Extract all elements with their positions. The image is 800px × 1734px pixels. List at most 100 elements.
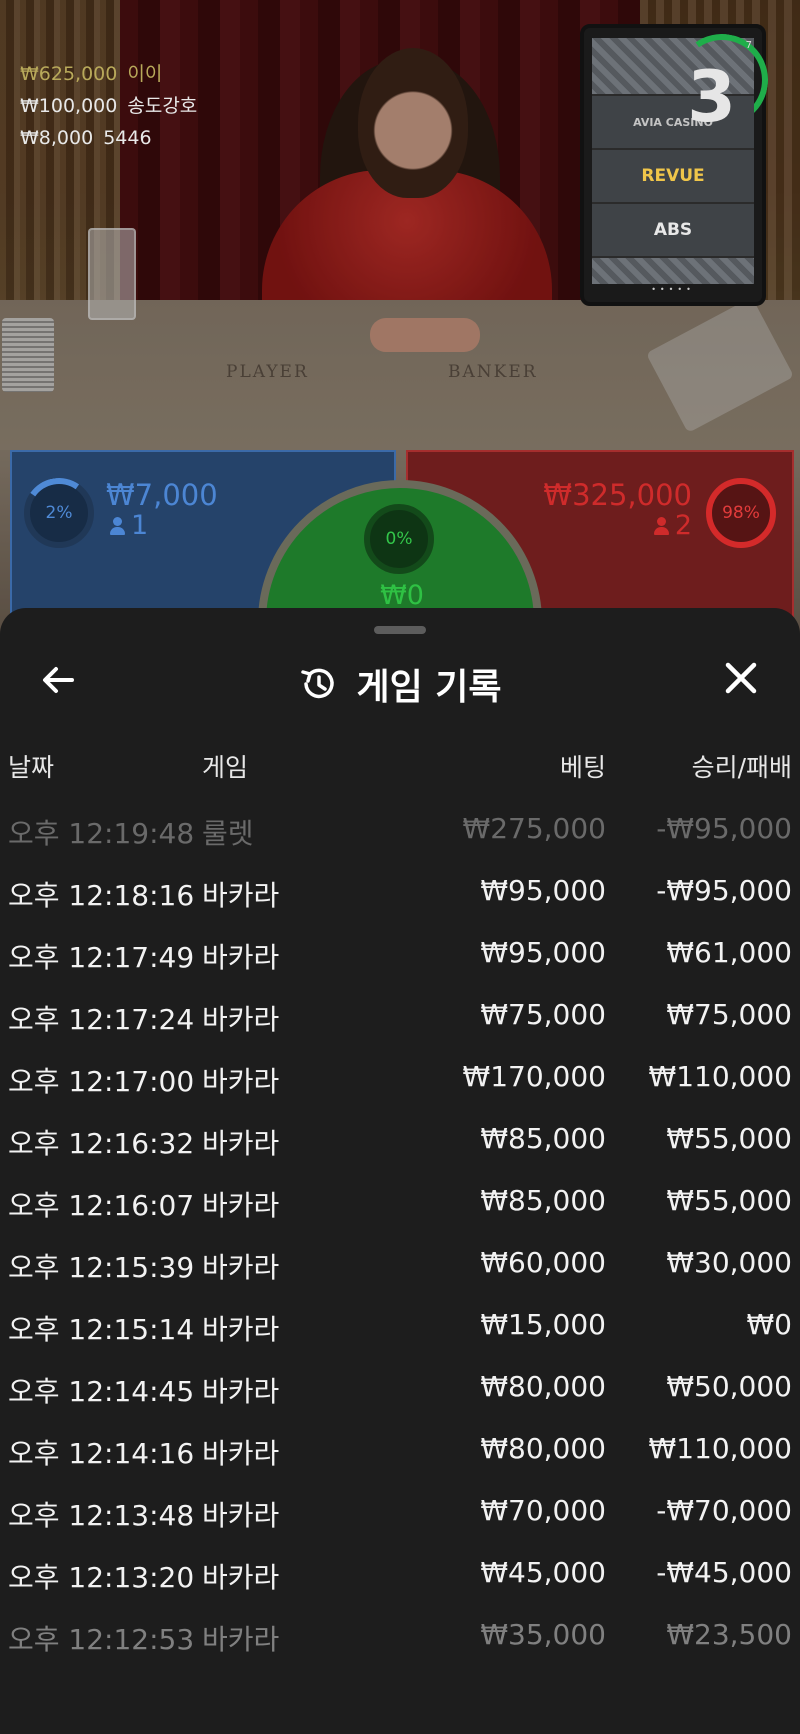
row-game: 바카라 [202, 1065, 280, 1098]
column-header-game: 게임 [202, 753, 249, 782]
row-result: ₩23,500 [666, 1618, 792, 1651]
row-game: 바카라 [202, 1189, 280, 1222]
row-game: 바카라 [202, 1375, 280, 1408]
row-time: 오후 12:13:48 [8, 1499, 195, 1532]
row-result: ₩55,000 [666, 1184, 792, 1217]
row-time: 오후 12:18:16 [8, 879, 195, 912]
sponsor-logo-text: ABS [653, 220, 693, 240]
table-row[interactable]: 오후 12:13:48 바카라 ₩70,000 -₩70,000 [0, 1480, 800, 1542]
column-header-win-loss: 승리/패배 [691, 753, 792, 782]
row-bet: ₩95,000 [480, 874, 606, 907]
row-game: 룰렛 [202, 817, 254, 850]
row-bet: ₩85,000 [480, 1122, 606, 1155]
row-bet: ₩95,000 [480, 936, 606, 969]
table-row[interactable]: 오후 12:18:16 바카라 ₩95,000 -₩95,000 [0, 860, 800, 922]
recent-bet-user: 이이 [127, 63, 163, 85]
table-row[interactable]: 오후 12:17:24 바카라 ₩75,000 ₩75,000 [0, 984, 800, 1046]
recent-bet-amount: ₩625,000 [20, 63, 118, 85]
row-time: 오후 12:15:39 [8, 1251, 195, 1284]
game-history-sheet: 게임 기록 날짜 게임 베팅 승리/패배 오후 12:19:48 룰렛 ₩275… [0, 608, 800, 1734]
history-table-header: 날짜 게임 베팅 승리/패배 [0, 748, 800, 792]
player-bettor-count-value: 1 [131, 510, 149, 541]
row-bet: ₩35,000 [480, 1618, 606, 1651]
sheet-drag-handle[interactable] [374, 626, 426, 634]
recent-bet-amount: ₩100,000 [20, 95, 118, 117]
row-bet: ₩60,000 [480, 1246, 606, 1279]
row-result: -₩45,000 [656, 1556, 792, 1589]
history-table-body[interactable]: 오후 12:19:48 룰렛 ₩275,000 -₩95,000 오후 12:1… [0, 798, 800, 1666]
sheet-header: 게임 기록 [0, 648, 800, 720]
row-time: 오후 12:15:14 [8, 1313, 195, 1346]
row-result: ₩75,000 [666, 998, 792, 1031]
row-result: ₩61,000 [666, 936, 792, 969]
player-bettor-count: 1 [110, 510, 148, 541]
table-row[interactable]: 오후 12:14:45 바카라 ₩80,000 ₩50,000 [0, 1356, 800, 1418]
banker-bettor-count-value: 2 [674, 510, 692, 541]
row-game: 바카라 [202, 1251, 280, 1284]
table-row[interactable]: 오후 12:17:49 바카라 ₩95,000 ₩61,000 [0, 922, 800, 984]
live-video-stream: PLAYER BANKER ₩625,000 이이 ₩100,000 송도강호 ₩8… [0, 0, 800, 640]
table-row[interactable]: 오후 12:16:07 바카라 ₩85,000 ₩55,000 [0, 1170, 800, 1232]
recent-bet-row: ₩8,000 5446 [20, 122, 197, 154]
carousel-dots: ••••• [651, 285, 695, 294]
column-header-date: 날짜 [8, 753, 55, 782]
row-time: 오후 12:17:24 [8, 1003, 195, 1036]
close-button[interactable] [716, 656, 766, 706]
history-icon [301, 668, 335, 699]
row-bet: ₩70,000 [480, 1494, 606, 1527]
scoreboard-mini-label: 7 [745, 40, 752, 51]
row-time: 오후 12:13:20 [8, 1561, 195, 1594]
sheet-title-group: 게임 기록 [0, 658, 800, 710]
row-game: 바카라 [202, 1561, 280, 1594]
person-icon [110, 517, 125, 535]
table-row[interactable]: 오후 12:17:00 바카라 ₩170,000 ₩110,000 [0, 1046, 800, 1108]
close-icon [725, 662, 757, 694]
table-row[interactable]: 오후 12:13:20 바카라 ₩45,000 -₩45,000 [0, 1542, 800, 1604]
recent-bet-amount: ₩8,000 [20, 127, 94, 149]
row-result: ₩50,000 [666, 1370, 792, 1403]
table-row[interactable]: 오후 12:15:14 바카라 ₩15,000 ₩0 [0, 1294, 800, 1356]
player-total-amount: ₩7,000 [106, 478, 218, 512]
row-game: 바카라 [202, 1003, 280, 1036]
table-scoreboard: 7 AVIA CASINO REVUE ABS 3 ••••• [580, 24, 776, 306]
row-result: -₩95,000 [656, 812, 792, 845]
row-time: 오후 12:14:45 [8, 1375, 195, 1408]
table-row[interactable]: 오후 12:12:53 바카라 ₩35,000 ₩23,500 [0, 1604, 800, 1666]
row-result: ₩55,000 [666, 1122, 792, 1155]
column-header-bet: 베팅 [559, 753, 606, 782]
player-percent: 2% [45, 503, 73, 523]
recent-bet-row: ₩100,000 송도강호 [20, 90, 197, 122]
row-result: ₩0 [746, 1308, 793, 1341]
recent-bet-user: 송도강호 [127, 95, 198, 117]
row-bet: ₩170,000 [462, 1060, 606, 1093]
table-row[interactable]: 오후 12:14:16 바카라 ₩80,000 ₩110,000 [0, 1418, 800, 1480]
row-result: -₩95,000 [656, 874, 792, 907]
banker-percent: 98% [722, 503, 760, 523]
row-time: 오후 12:17:49 [8, 941, 195, 974]
row-bet: ₩85,000 [480, 1184, 606, 1217]
recent-bet-user: 5446 [103, 127, 152, 149]
table-row[interactable]: 오후 12:19:48 룰렛 ₩275,000 -₩95,000 [0, 798, 800, 860]
tie-percent: 0% [385, 529, 413, 549]
sponsor-logo: ABS [592, 202, 754, 258]
row-game: 바카라 [202, 1623, 280, 1656]
row-bet: ₩15,000 [480, 1308, 606, 1341]
recent-bets-list: ₩625,000 이이 ₩100,000 송도강호 ₩8,000 5446 [20, 58, 197, 154]
row-bet: ₩275,000 [462, 812, 606, 845]
sheet-title: 게임 기록 [356, 667, 502, 708]
row-bet: ₩80,000 [480, 1432, 606, 1465]
recent-bet-row: ₩625,000 이이 [20, 58, 197, 90]
table-row[interactable]: 오후 12:15:39 바카라 ₩60,000 ₩30,000 [0, 1232, 800, 1294]
tie-percent-ring: 0% [364, 504, 434, 574]
row-time: 오후 12:12:53 [8, 1623, 195, 1656]
row-time: 오후 12:19:48 [8, 817, 195, 850]
row-bet: ₩45,000 [480, 1556, 606, 1589]
row-result: ₩110,000 [648, 1432, 792, 1465]
banker-bettor-count: 2 [653, 510, 692, 541]
sponsor-logo-text: REVUE [641, 166, 705, 186]
row-result: ₩30,000 [666, 1246, 792, 1279]
row-time: 오후 12:16:07 [8, 1189, 195, 1222]
banker-percent-ring: 98% [706, 478, 776, 548]
player-percent-ring: 2% [24, 478, 94, 548]
table-row[interactable]: 오후 12:16:32 바카라 ₩85,000 ₩55,000 [0, 1108, 800, 1170]
